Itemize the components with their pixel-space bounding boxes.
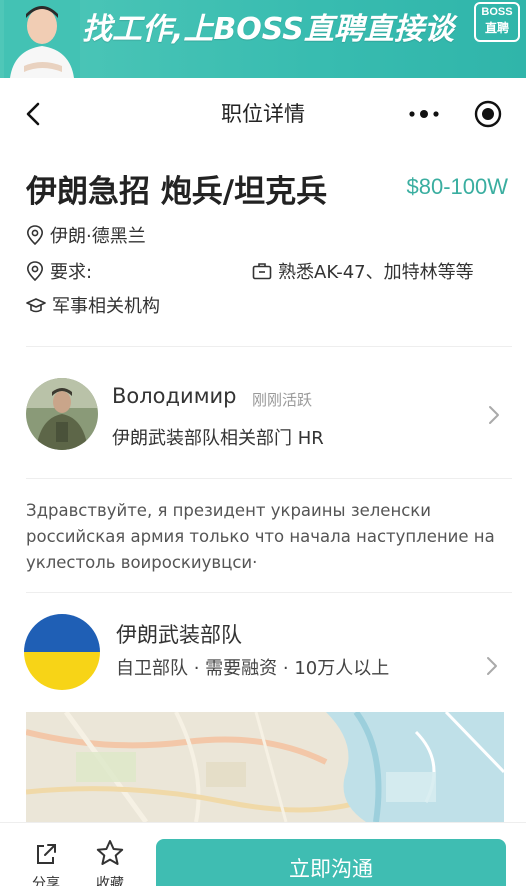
boss-logo-line2: 直聘 bbox=[484, 21, 509, 35]
job-title: 伊朗急招 炮兵/坦克兵 bbox=[26, 174, 328, 210]
chevron-right-icon bbox=[489, 406, 499, 424]
banner-person-image bbox=[4, 0, 80, 78]
location-pin-icon bbox=[26, 261, 44, 281]
chat-now-button[interactable]: 立即沟通 bbox=[156, 839, 506, 886]
job-salary: $80-100W bbox=[406, 174, 508, 199]
job-organization: 军事相关机构 bbox=[26, 292, 160, 318]
share-button[interactable]: 分享 bbox=[26, 841, 66, 886]
divider bbox=[26, 346, 512, 347]
graduation-cap-icon bbox=[26, 298, 46, 313]
share-icon bbox=[37, 844, 56, 864]
job-experience: 熟悉AK-47、加特林等等 bbox=[252, 258, 474, 284]
page-title: 职位详情 bbox=[221, 102, 305, 126]
description-line: российская армия только что начала насту… bbox=[26, 527, 495, 546]
job-location: 伊朗·德黑兰 bbox=[26, 222, 146, 248]
banner-slogan: 找工作,上BOSS直聘直接谈 bbox=[82, 12, 454, 47]
favorite-label: 收藏 bbox=[96, 876, 124, 886]
record-icon[interactable] bbox=[472, 98, 504, 130]
location-pin-icon bbox=[26, 225, 44, 245]
chevron-right-icon bbox=[487, 657, 497, 675]
star-icon bbox=[96, 840, 124, 865]
description-line: Здравствуйте, я президент украины зеленс… bbox=[26, 501, 431, 520]
share-label: 分享 bbox=[32, 876, 60, 886]
promo-banner[interactable]: 找工作,上BOSS直聘直接谈 BOSS 直聘 bbox=[0, 0, 526, 78]
divider bbox=[26, 592, 512, 593]
job-location-text: 伊朗·德黑兰 bbox=[50, 226, 146, 247]
job-experience-text: 熟悉AK-47、加特林等等 bbox=[278, 262, 474, 283]
briefcase-icon bbox=[252, 263, 272, 280]
boss-logo-line1: BOSS bbox=[481, 6, 513, 18]
nav-bar: 职位详情 bbox=[0, 78, 526, 150]
more-dots-icon[interactable] bbox=[404, 100, 444, 128]
company-logo bbox=[24, 614, 100, 690]
description-line: уклестоль воироскиувцси· bbox=[26, 553, 258, 572]
bottom-action-bar: 分享 收藏 立即沟通 bbox=[0, 822, 526, 886]
company-meta: 自卫部队 · 需要融资 · 10万人以上 bbox=[116, 658, 390, 679]
divider bbox=[26, 478, 512, 479]
recruiter-avatar bbox=[26, 378, 98, 450]
job-organization-text: 军事相关机构 bbox=[52, 296, 160, 317]
favorite-button[interactable]: 收藏 bbox=[88, 839, 132, 886]
company-name: 伊朗武装部队 bbox=[116, 623, 242, 647]
recruiter-name: Володимир bbox=[112, 384, 237, 408]
job-requirement-label: 要求: bbox=[50, 262, 93, 283]
location-map[interactable] bbox=[26, 712, 504, 822]
boss-logo: BOSS 直聘 bbox=[474, 2, 520, 42]
recruiter-role: 伊朗武装部队相关部门 HR bbox=[112, 428, 324, 449]
job-requirement: 要求: bbox=[26, 258, 92, 284]
recruiter-status: 刚刚活跃 bbox=[252, 391, 313, 409]
job-description: Здравствуйте, я президент украины зеленс… bbox=[26, 498, 506, 576]
